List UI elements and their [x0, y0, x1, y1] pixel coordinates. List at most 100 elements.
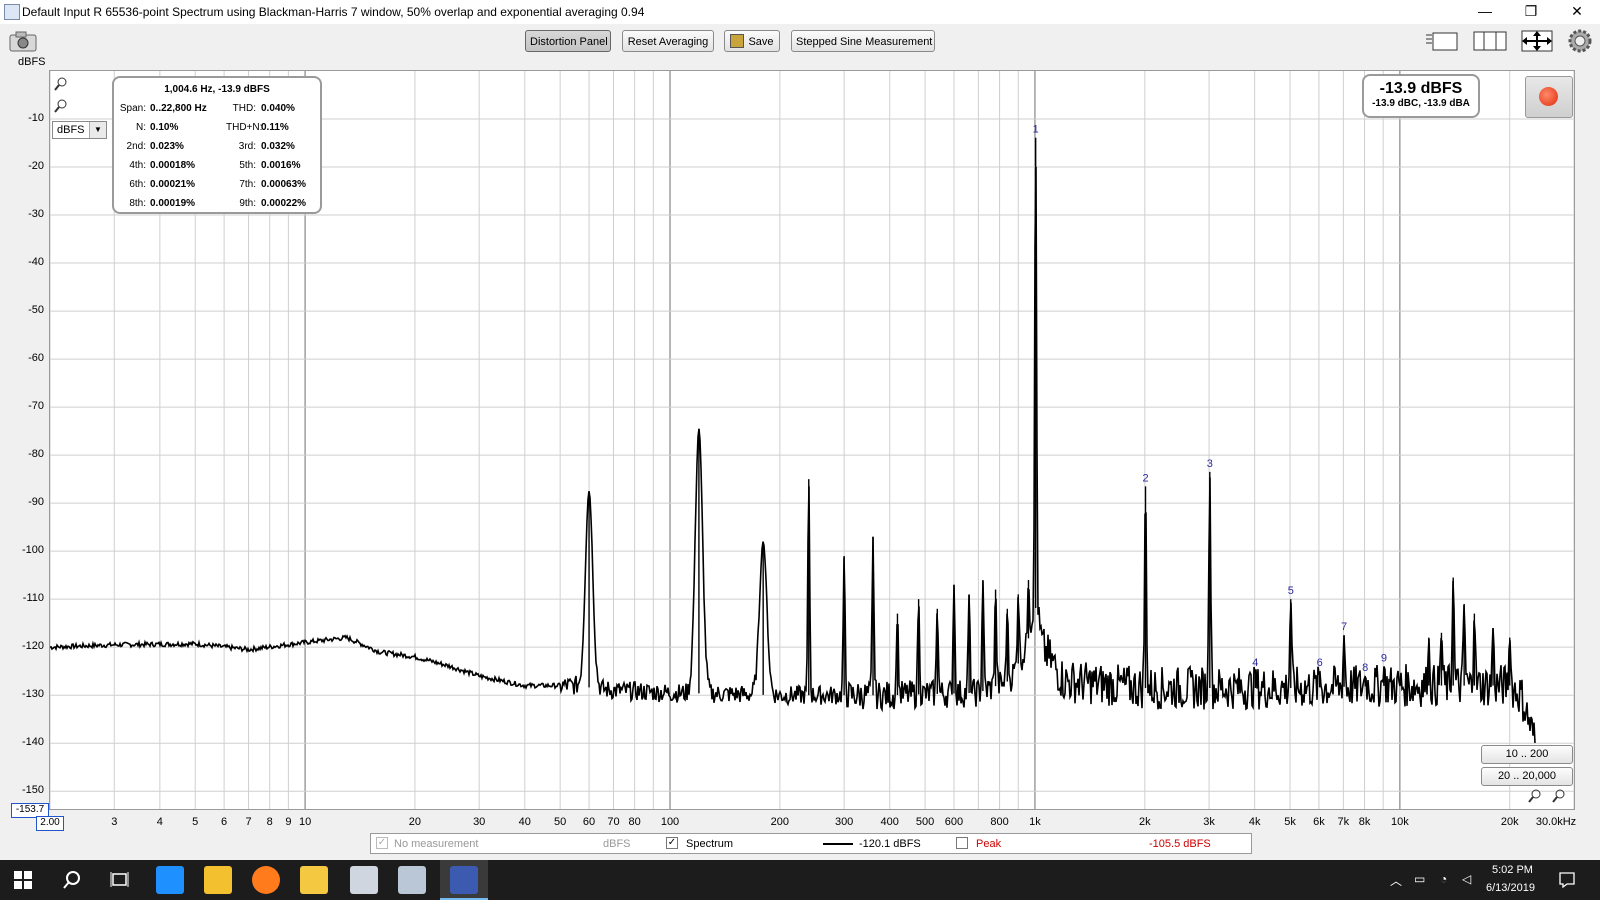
readout-value: 0.11% [261, 122, 289, 133]
peak-value: -105.5 dBFS [1149, 838, 1211, 850]
x-tick-label: 8k [1358, 816, 1371, 828]
record-button[interactable] [1525, 76, 1573, 118]
legend-bar: ✓ No measurement dBFS ✓ Spectrum -120.1 … [370, 833, 1252, 854]
x-tick-label: 4 [156, 816, 163, 828]
no-measurement-checkbox: ✓ [376, 837, 388, 849]
readout-label: Span: [119, 103, 146, 114]
x-tick-label: 400 [880, 816, 899, 828]
x-tick-label: 5k [1284, 816, 1296, 828]
readout-value: 0.032% [261, 141, 295, 152]
x-min-box[interactable]: 2.00 [36, 816, 64, 831]
y-tick-label: -90 [28, 496, 44, 509]
stepped-sine-button[interactable]: Stepped Sine Measurement [791, 30, 935, 52]
x-tick-label: 8 [266, 816, 273, 828]
spectrum-checkbox[interactable]: ✓ [666, 837, 678, 849]
x-tick-label: 7k [1337, 816, 1350, 828]
zoom-out-y-icon[interactable] [53, 98, 69, 114]
x-tick-label: 6 [221, 816, 228, 828]
level-sub: -13.9 dBC, -13.9 dBA [1372, 98, 1470, 109]
range-20-20000-button[interactable]: 20 .. 20,000 [1481, 767, 1573, 786]
y-tick-label: -110 [22, 592, 44, 605]
clock-date[interactable]: 6/13/2019 [1486, 882, 1535, 894]
peak-checkbox[interactable] [956, 837, 968, 849]
readout-label: 8th: [129, 198, 146, 209]
paint-app-icon[interactable] [350, 866, 378, 894]
y-tick-label: -140 [21, 736, 44, 749]
x-tick-label: 30 [473, 816, 486, 828]
units-select[interactable]: dBFS ▼ [52, 121, 107, 139]
y-tick-label: -70 [28, 400, 44, 413]
layout-columns-icon[interactable] [1472, 29, 1508, 53]
x-tick-label: 9 [285, 816, 292, 828]
x-tick-label: 4k [1248, 816, 1261, 828]
spectrum-label: Spectrum [686, 838, 734, 850]
readout-label: THD: [232, 103, 256, 114]
x-tick-label: 80 [628, 816, 641, 828]
x-tick-label: 3 [111, 816, 118, 828]
close-button[interactable]: ✕ [1554, 0, 1600, 24]
app-icon [4, 4, 20, 20]
camera-icon[interactable] [8, 30, 38, 52]
harmonic-marker-label: 4 [1252, 657, 1258, 669]
layout-single-icon[interactable] [1424, 29, 1460, 53]
x-tick-label: 2k [1138, 816, 1151, 828]
x-tick-label: 200 [770, 816, 790, 828]
save-button-label: Save [748, 36, 774, 48]
notification-icon[interactable] [1558, 871, 1576, 889]
x-tick-label: 6k [1313, 816, 1325, 828]
harmonic-marker-label: 5 [1288, 585, 1294, 597]
reset-averaging-button[interactable]: Reset Averaging [622, 30, 714, 52]
battery-icon[interactable]: ▭ [1414, 872, 1425, 886]
task-view-icon[interactable] [110, 871, 130, 889]
x-tick-label: 10 [298, 816, 312, 828]
chevron-down-icon: ▼ [89, 122, 106, 138]
toolbar: Distortion Panel Reset Averaging Save St… [0, 24, 1600, 70]
readout-value: 0..22,800 Hz [150, 103, 207, 114]
x-tick-label: 50 [554, 816, 567, 828]
taskbar: ︿ ▭ ◔ ◁ 5:02 PM 6/13/2019 [0, 860, 1600, 900]
record-icon [1539, 87, 1558, 106]
search-icon[interactable] [62, 870, 82, 890]
tray-chevron-up-icon[interactable]: ︿ [1390, 872, 1402, 889]
file-explorer-icon[interactable] [300, 866, 328, 894]
readout-value: 0.023% [150, 141, 184, 152]
readout-value: 0.0016% [261, 160, 301, 171]
fit-axes-icon[interactable] [1518, 28, 1556, 54]
zoom-in-y-icon[interactable] [53, 76, 69, 92]
harmonic-marker-label: 7 [1341, 621, 1347, 633]
settings-app-icon[interactable] [398, 866, 426, 894]
rew-taskbar-button[interactable] [440, 860, 488, 900]
windows-start-icon[interactable] [14, 871, 32, 889]
y-tick-label: -60 [28, 352, 44, 365]
readout-label: 3rd: [238, 141, 256, 152]
x-tick-label: 500 [915, 816, 935, 828]
readout-value: 0.00063% [261, 179, 307, 190]
store-app-icon[interactable] [156, 866, 184, 894]
restore-button[interactable]: ❐ [1508, 0, 1554, 24]
zoom-out-x-icon[interactable] [1527, 788, 1543, 804]
distortion-panel-button[interactable]: Distortion Panel [525, 30, 611, 52]
firefox-icon[interactable] [252, 866, 280, 894]
y-tick-label: -10 [28, 112, 44, 124]
no-measurement-units: dBFS [603, 838, 631, 850]
x-tick-label: 60 [582, 816, 596, 828]
minimize-button[interactable]: — [1462, 0, 1508, 24]
save-button[interactable]: Save [724, 30, 780, 52]
readout-label: N: [136, 122, 146, 133]
x-tick-label: 800 [990, 816, 1009, 828]
x-tick-label: 20k [1500, 816, 1519, 828]
microsoft-store-icon[interactable] [204, 866, 232, 894]
harmonic-marker-label: 9 [1381, 652, 1387, 664]
wifi-icon[interactable]: ◔ [1440, 872, 1447, 886]
x-tick-label: 40 [518, 816, 531, 828]
range-10-200-button[interactable]: 10 .. 200 [1481, 745, 1573, 764]
y-tick-label: -100 [21, 544, 44, 557]
volume-icon[interactable]: ◁ [1462, 872, 1471, 886]
readout-label: 9th: [239, 198, 256, 209]
gear-icon[interactable] [1567, 28, 1593, 54]
clock-time[interactable]: 5:02 PM [1492, 864, 1533, 876]
harmonic-marker-label: 6 [1317, 657, 1323, 669]
spectrum-line-swatch [823, 843, 853, 845]
save-icon [730, 34, 744, 48]
zoom-in-x-icon[interactable] [1551, 788, 1567, 804]
